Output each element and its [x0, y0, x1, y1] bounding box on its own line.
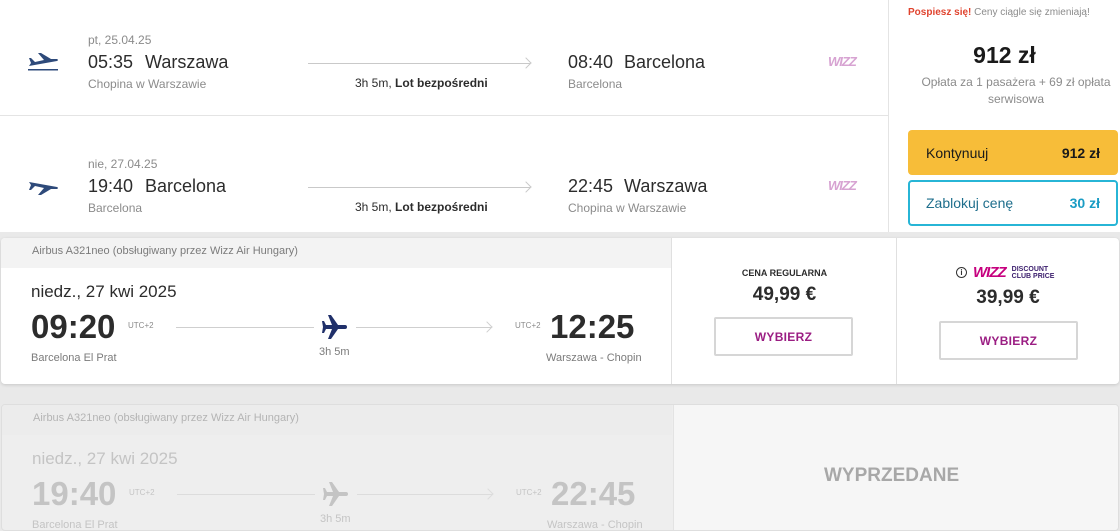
arrival-time: 22:45	[568, 176, 614, 196]
arrival-time: 08:40	[568, 52, 614, 72]
return-leg: nie, 27.04.25 19:40 Barcelona Barcelona …	[0, 124, 888, 232]
outbound-leg: pt, 25.04.25 05:35 Warszawa Chopina w Wa…	[0, 0, 888, 116]
lock-price-label: Zablokuj cenę	[926, 195, 1014, 211]
regular-fare-label: CENA REGULARNA	[741, 268, 828, 278]
arrival-city: Warszawa	[624, 176, 708, 196]
arrival-airport: Chopina w Warszawie	[568, 201, 687, 215]
itinerary-summary-panel: pt, 25.04.25 05:35 Warszawa Chopina w Wa…	[0, 0, 1120, 232]
arrival-timezone: UTC+2	[516, 488, 542, 497]
route-arrow-icon	[520, 181, 532, 193]
departure-city: Warszawa	[145, 52, 229, 72]
departure-time: 19:40	[88, 176, 134, 196]
regular-fare-price: 49,99 €	[752, 284, 817, 305]
info-icon[interactable]: i	[956, 267, 967, 278]
aircraft-info: Airbus A321neo (obsługiwany przez Wizz A…	[2, 405, 672, 435]
flight-duration: 3h 5m, Lot bezpośredni	[355, 76, 488, 90]
route-arrow-icon	[520, 57, 532, 69]
aircraft-info: Airbus A321neo (obsługiwany przez Wizz A…	[1, 238, 671, 268]
flight-card-sold-out: Airbus A321neo (obsługiwany przez Wizz A…	[1, 404, 1119, 531]
flight-duration: 3h 5m	[320, 513, 351, 525]
direct-flight-label: Lot bezpośredni	[395, 200, 488, 214]
departure-timezone: UTC+2	[128, 321, 154, 330]
flight-date: niedz., 27 kwi 2025	[32, 449, 178, 468]
departure-city: Barcelona	[145, 176, 227, 196]
arrival-timezone: UTC+2	[515, 321, 541, 330]
route-line	[308, 187, 530, 188]
route-line	[176, 327, 314, 328]
price-note: Opłata za 1 pasażera + 69 zł opłata serw…	[921, 75, 1111, 106]
arrival-airport: Warszawa - Chopin	[547, 519, 643, 531]
departure-timezone: UTC+2	[129, 488, 155, 497]
continue-label: Kontynuuj	[926, 144, 989, 161]
select-regular-fare-button[interactable]: WYBIERZ	[714, 317, 853, 356]
continue-price: 912 zł	[1061, 144, 1100, 161]
plane-icon	[323, 482, 348, 506]
arrival-time: 12:25	[550, 308, 635, 345]
plane-takeoff-icon	[28, 53, 58, 71]
departure-airport: Barcelona El Prat	[32, 519, 118, 531]
divider	[896, 238, 897, 384]
select-club-fare-button[interactable]: WYBIERZ	[939, 321, 1078, 360]
departure-time: 05:35	[88, 52, 134, 72]
lock-price-button[interactable]: Zablokuj cenę 30 zł	[908, 180, 1118, 226]
route-line	[308, 63, 530, 64]
departure-airport: Chopina w Warszawie	[88, 77, 207, 91]
arrival-time: 22:45	[551, 475, 636, 512]
lock-price-amount: 30 zł	[1069, 195, 1100, 211]
divider	[671, 238, 672, 384]
route-line	[177, 494, 315, 495]
wizz-carrier-logo: WIZZ	[828, 178, 857, 193]
flight-duration: 3h 5m, Lot bezpośredni	[355, 200, 488, 214]
total-price: 912 zł	[973, 42, 1036, 68]
club-fare-price: 39,99 €	[976, 287, 1040, 308]
arrival-airport: Barcelona	[568, 77, 623, 91]
discount-club-logo: i WIZZ DISCOUNT CLUB PRICE	[956, 264, 1054, 281]
flight-date: niedz., 27 kwi 2025	[31, 282, 177, 301]
departure-airport: Barcelona El Prat	[31, 352, 117, 364]
divider	[888, 0, 889, 232]
flight-duration: 3h 5m	[319, 346, 350, 358]
plane-icon	[322, 315, 347, 339]
route-arrow-icon	[482, 488, 494, 500]
departure-time: 19:40	[32, 475, 117, 512]
route-line	[356, 327, 491, 328]
sold-out-panel: WYPRZEDANE	[673, 405, 1118, 530]
plane-landing-icon	[29, 182, 58, 195]
flight-card: Airbus A321neo (obsługiwany przez Wizz A…	[1, 238, 1119, 384]
leg-date: pt, 25.04.25	[88, 33, 152, 47]
departure-airport: Barcelona	[88, 201, 143, 215]
route-arrow-icon	[481, 321, 493, 333]
continue-button[interactable]: Kontynuuj 912 zł	[908, 130, 1118, 175]
wizz-carrier-logo: WIZZ	[828, 54, 857, 69]
arrival-city: Barcelona	[624, 52, 706, 72]
leg-date: nie, 27.04.25	[88, 157, 158, 171]
direct-flight-label: Lot bezpośredni	[395, 76, 488, 90]
route-line	[357, 494, 492, 495]
sold-out-label: WYPRZEDANE	[824, 465, 960, 486]
hurry-notice: Pospiesz się! Ceny ciągle się zmieniają!	[908, 7, 1090, 18]
arrival-airport: Warszawa - Chopin	[546, 352, 642, 364]
departure-time: 09:20	[31, 308, 116, 345]
